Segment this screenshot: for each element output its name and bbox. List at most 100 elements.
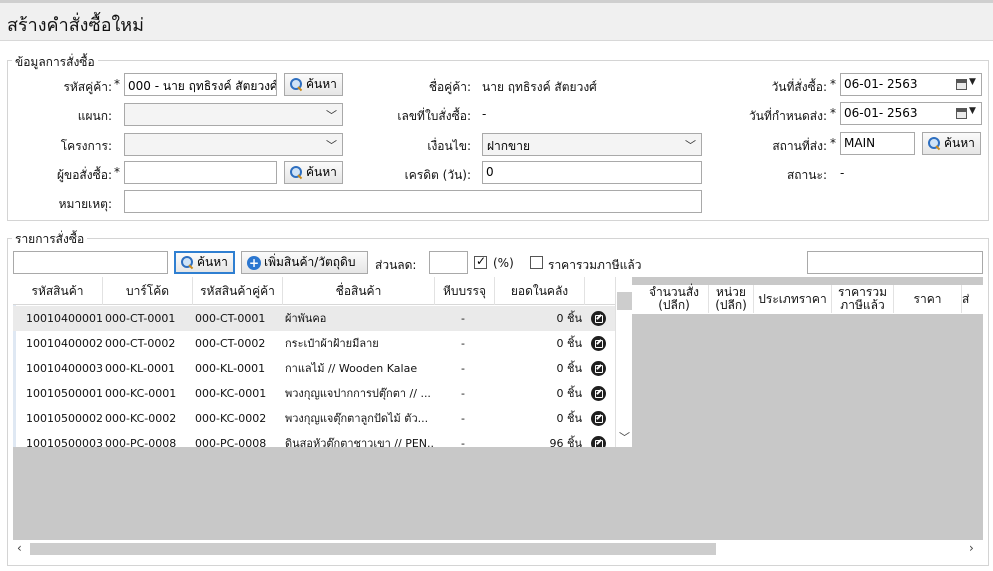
discount-field[interactable] xyxy=(429,251,468,274)
due-date-value: 06-01- 2563 xyxy=(844,106,918,120)
product-code: 10010400003 xyxy=(26,362,103,375)
barcode: 000-CT-0001 xyxy=(105,312,176,325)
chevron-right-icon[interactable]: › xyxy=(969,541,974,555)
product-lookup-header: รหัสสินค้า บาร์โค้ด รหัสสินค้าคู่ค้า ชื่… xyxy=(13,277,615,305)
credit-days-field[interactable]: 0 xyxy=(482,161,702,184)
barcode: 000-KC-0001 xyxy=(105,387,177,400)
add-product-label: เพิ่มสินค้า/วัตถุดิบ xyxy=(264,255,356,269)
status-label: สถานะ: xyxy=(786,168,827,182)
col-order-qty[interactable]: จำนวนสั่ง (ปลีก) xyxy=(640,285,709,313)
note-label: หมายเหตุ: xyxy=(58,197,112,211)
pack: - xyxy=(461,312,465,325)
product-name: พวงกุญแจปากการปตุ๊กตา // ... xyxy=(285,387,431,400)
item-search-button[interactable]: ค้นหา xyxy=(174,251,235,274)
supplier-code-field[interactable]: 000 - นาย ฤทธิรงค์ สัตยวงศ์ xyxy=(124,73,277,96)
ship-to-field[interactable]: MAIN xyxy=(840,132,915,155)
horizontal-scrollbar[interactable]: ‹ › xyxy=(13,540,983,558)
note-field[interactable] xyxy=(124,190,702,213)
table-row[interactable]: 10010500002 000-KC-0002 000-KC-0002 พวงก… xyxy=(13,406,615,431)
col-price-incl-vat[interactable]: ราคารวม ภาษีแล้ว xyxy=(832,285,894,313)
edit-icon[interactable] xyxy=(591,386,606,401)
supplier-code-label: รหัสคู่ค้า: xyxy=(63,80,112,94)
col-product-name[interactable]: ชื่อสินค้า xyxy=(283,277,435,305)
product-name: ผ้าพันคอ xyxy=(285,312,327,325)
requester-search-button[interactable]: ค้นหา xyxy=(284,161,343,184)
col-product-code[interactable]: รหัสสินค้า xyxy=(13,277,103,305)
product-code: 10010400001 xyxy=(26,312,103,325)
calendar-dropdown-icon[interactable]: ▼ xyxy=(956,77,978,92)
col-pack[interactable]: หีบบรรจุ xyxy=(435,277,495,305)
pack: - xyxy=(461,387,465,400)
col-supplier-product-code[interactable]: รหัสสินค้าคู่ค้า xyxy=(193,277,283,305)
table-row[interactable]: 10010500003 000-PC-0008 000-PC-0008 ดินส… xyxy=(13,431,615,447)
pack: - xyxy=(461,362,465,375)
table-row[interactable]: 10010400003 000-KL-0001 000-KL-0001 กาแล… xyxy=(13,356,615,381)
stock: 0 ชิ้น xyxy=(556,412,582,425)
col-truncated[interactable]: ส่ xyxy=(962,285,983,313)
vat-included-checkbox[interactable] xyxy=(530,255,543,269)
supplier-search-label: ค้นหา xyxy=(306,77,337,91)
grid-filter-input[interactable] xyxy=(807,251,983,274)
ship-to-search-label: ค้นหา xyxy=(944,136,975,150)
chevron-down-icon[interactable]: ﹀ xyxy=(619,429,630,445)
condition-select[interactable]: ฝากขาย ﹀ xyxy=(482,133,702,156)
supplier-product-code: 000-CT-0002 xyxy=(195,337,266,350)
percent-checkbox[interactable] xyxy=(474,254,487,269)
supplier-name-label: ชื่อคู่ค้า: xyxy=(428,80,471,94)
condition-label: เงื่อนไข: xyxy=(427,139,471,153)
col-retail-unit[interactable]: หน่วย (ปลีก) xyxy=(709,285,754,313)
edit-icon[interactable] xyxy=(591,361,606,376)
product-name: ดินสอหัวตุ๊กตาชาวเขา // PEN... xyxy=(285,437,433,447)
col-price-type[interactable]: ประเภทราคา xyxy=(754,285,832,313)
col-stock[interactable]: ยอดในคลัง xyxy=(495,277,585,305)
add-icon: + xyxy=(247,255,261,270)
table-row[interactable]: 10010500001 000-KC-0001 000-KC-0001 พวงก… xyxy=(13,381,615,406)
edit-icon[interactable] xyxy=(591,311,606,326)
edit-icon[interactable] xyxy=(591,336,606,351)
scrollbar-thumb[interactable] xyxy=(30,543,716,555)
ship-to-required-mark: * xyxy=(830,136,836,150)
stock: 96 ชิ้น xyxy=(549,437,582,447)
vat-included-label: ราคารวมภาษีแล้ว xyxy=(548,258,642,272)
order-date-picker[interactable]: 06-01- 2563 ▼ xyxy=(840,73,982,96)
stock: 0 ชิ้น xyxy=(556,387,582,400)
supplier-code-required-mark: * xyxy=(114,77,120,91)
col-barcode[interactable]: บาร์โค้ด xyxy=(103,277,193,305)
product-code: 10010500003 xyxy=(26,437,103,447)
scrollbar-thumb[interactable] xyxy=(617,292,632,310)
requester-label: ผู้ขอสั่งซื้อ: xyxy=(56,168,112,182)
edit-icon[interactable] xyxy=(591,436,606,447)
po-number-label: เลขที่ใบสั่งซื้อ: xyxy=(397,109,471,123)
ship-to-search-button[interactable]: ค้นหา xyxy=(922,132,981,155)
due-date-picker[interactable]: 06-01- 2563 ▼ xyxy=(840,102,982,125)
department-select[interactable]: ﹀ xyxy=(124,103,343,126)
items-grid-header: จำนวนสั่ง (ปลีก) หน่วย (ปลีก) ประเภทราคา… xyxy=(632,285,983,315)
order-date-required-mark: * xyxy=(830,77,836,91)
po-number-value: - xyxy=(482,107,487,121)
due-date-required-mark: * xyxy=(830,106,836,120)
requester-search-label: ค้นหา xyxy=(306,165,337,179)
item-search-input[interactable] xyxy=(13,251,168,274)
order-date-label: วันที่สั่งซื้อ: xyxy=(771,80,827,94)
requester-field[interactable] xyxy=(124,161,277,184)
ship-to-label: สถานที่ส่ง: xyxy=(772,139,827,153)
status-value: - xyxy=(840,166,845,180)
supplier-product-code: 000-PC-0008 xyxy=(195,437,267,447)
order-items-legend: รายการสั่งซื้อ xyxy=(12,230,88,249)
chevron-left-icon[interactable]: ‹ xyxy=(17,541,22,555)
lookup-vertical-scrollbar[interactable]: ﹀ xyxy=(615,277,632,447)
edit-icon[interactable] xyxy=(591,411,606,426)
project-select[interactable]: ﹀ xyxy=(124,133,343,156)
product-name: กาแลไม้ // Wooden Kalae xyxy=(285,362,418,375)
table-row[interactable]: 10010400002 000-CT-0002 000-CT-0002 กระเ… xyxy=(13,331,615,356)
item-search-label: ค้นหา xyxy=(197,255,228,269)
calendar-dropdown-icon[interactable]: ▼ xyxy=(956,106,978,121)
department-label: แผนก: xyxy=(77,109,112,123)
col-price[interactable]: ราคา xyxy=(894,285,962,313)
supplier-product-code: 000-CT-0001 xyxy=(195,312,266,325)
add-product-button[interactable]: + เพิ่มสินค้า/วัตถุดิบ xyxy=(241,251,368,274)
product-lookup-grid: รหัสสินค้า บาร์โค้ด รหัสสินค้าคู่ค้า ชื่… xyxy=(13,277,615,447)
chevron-down-icon: ﹀ xyxy=(685,139,696,152)
supplier-search-button[interactable]: ค้นหา xyxy=(284,73,343,96)
table-row[interactable]: 10010400001 000-CT-0001 000-CT-0001 ผ้าพ… xyxy=(13,306,615,331)
